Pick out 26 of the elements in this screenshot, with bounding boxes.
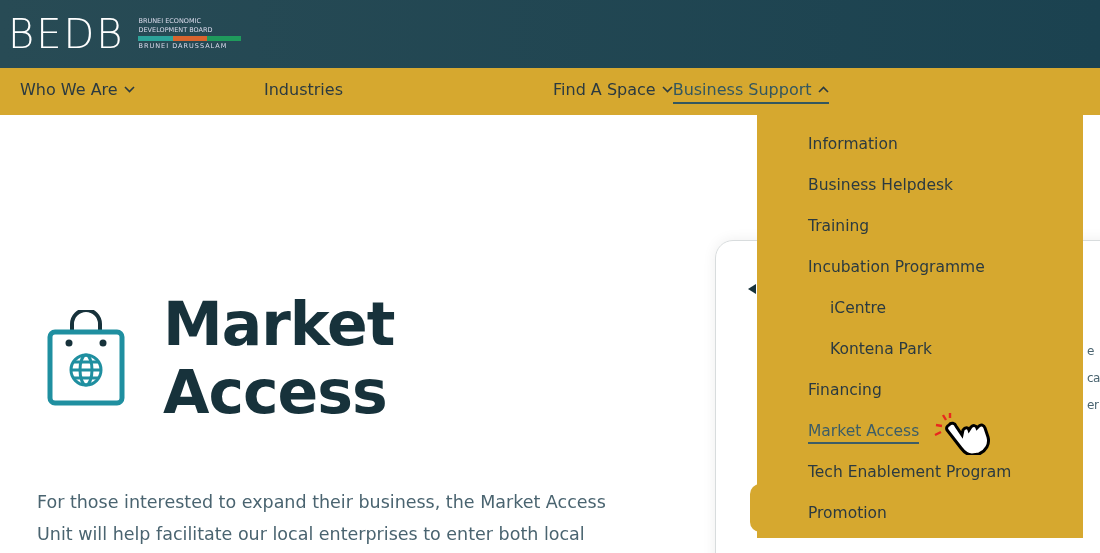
page-title: Market Access xyxy=(163,290,396,426)
card-text: ca xyxy=(1087,370,1100,387)
chevron-icon xyxy=(123,85,135,93)
arrow-left-icon[interactable] xyxy=(748,284,756,294)
menu-item[interactable]: Kontena Park xyxy=(830,339,933,362)
chevron-icon xyxy=(817,85,829,93)
menu-item[interactable]: Market Access xyxy=(808,421,920,444)
menu-item[interactable]: Tech Enablement Program xyxy=(808,462,1012,485)
menu-item[interactable]: iCentre xyxy=(830,298,887,321)
menu-item[interactable]: Financing xyxy=(808,380,882,403)
chevron-icon xyxy=(661,85,673,93)
menu-item[interactable]: Business Helpdesk xyxy=(808,175,954,198)
intro-paragraph: For those interested to expand their business, the Market Access Unit will help facilitate our local enterprises to enter both local xyxy=(37,491,607,546)
menu-item[interactable]: Promotion xyxy=(808,503,887,526)
nav-link[interactable]: Industries xyxy=(264,79,343,104)
nav-link[interactable]: Find A Space xyxy=(553,79,673,104)
menu-item[interactable]: Training xyxy=(808,216,870,239)
logo-text[interactable]: BEDB xyxy=(8,14,125,54)
stripe-icon xyxy=(138,36,242,42)
nav-link[interactable]: Who We Are xyxy=(20,79,135,104)
shopping-bag-icon xyxy=(47,310,125,406)
menu-item[interactable]: Information xyxy=(808,134,898,157)
card-text: er xyxy=(1087,397,1099,414)
card-text: e xyxy=(1087,343,1094,360)
nav-link[interactable]: Business Support xyxy=(672,79,829,104)
menu-item[interactable]: Incubation Programme xyxy=(808,257,985,280)
